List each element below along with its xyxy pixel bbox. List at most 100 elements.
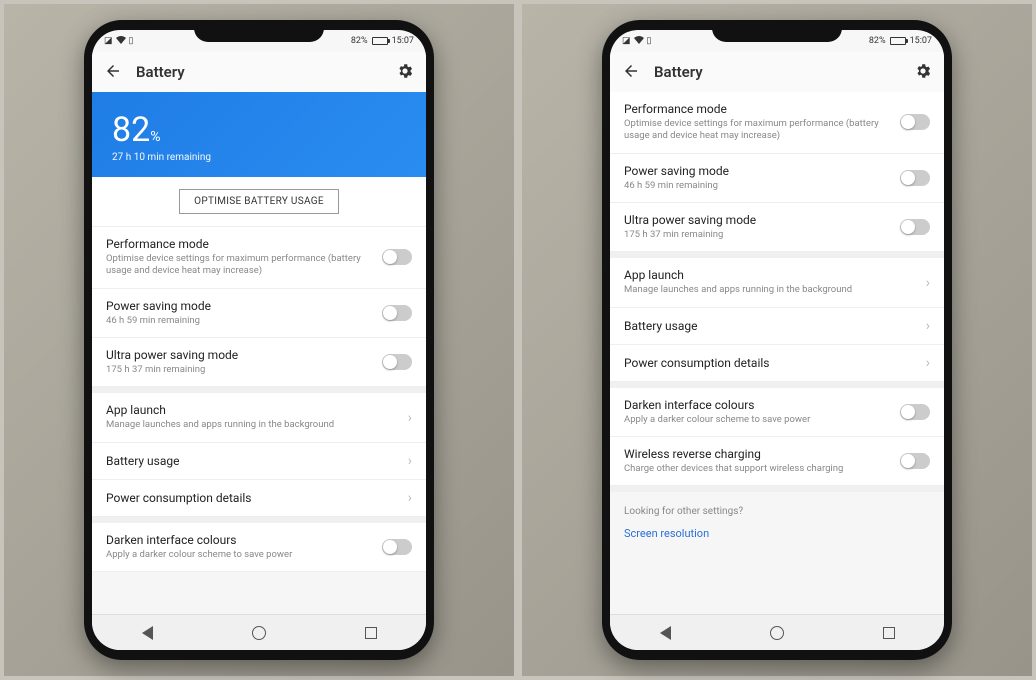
screen-right: ◪ ▯ 82% 15:07 Battery	[610, 30, 944, 650]
toggle-performance[interactable]	[382, 249, 412, 265]
row-power-saving[interactable]: Power saving mode 46 h 59 min remaining	[92, 289, 426, 338]
battery-banner: 82% 27 h 10 min remaining	[92, 92, 426, 177]
toggle-wireless[interactable]	[900, 453, 930, 469]
row-sub: 46 h 59 min remaining	[106, 315, 372, 327]
row-app-launch[interactable]: App launch Manage launches and apps runn…	[92, 393, 426, 442]
row-label: App launch	[106, 403, 398, 417]
row-performance-mode[interactable]: Performance mode Optimise device setting…	[610, 92, 944, 154]
row-sub: Manage launches and apps running in the …	[624, 284, 916, 296]
content-scroll-left[interactable]: 82% 27 h 10 min remaining OPTIMISE BATTE…	[92, 92, 426, 614]
back-icon[interactable]	[622, 62, 640, 83]
toggle-darken[interactable]	[900, 404, 930, 420]
phone-frame-right: ◪ ▯ 82% 15:07 Battery	[602, 20, 952, 660]
nav-back-icon[interactable]	[660, 626, 671, 640]
row-sub: Optimise device settings for maximum per…	[624, 118, 890, 143]
row-label: Ultra power saving mode	[106, 348, 372, 362]
row-label: Performance mode	[624, 102, 890, 116]
row-label: Darken interface colours	[106, 533, 372, 547]
nav-bar	[610, 614, 944, 650]
gear-icon[interactable]	[396, 62, 414, 83]
row-app-launch[interactable]: App launch Manage launches and apps runn…	[610, 258, 944, 307]
screen-left: ◪ ▯ 82% 15:07 Battery	[92, 30, 426, 650]
nfc-icon: ◪	[104, 36, 113, 46]
row-battery-usage[interactable]: Battery usage ›	[92, 443, 426, 480]
battery-icon	[890, 37, 906, 45]
clock: 15:07	[910, 36, 932, 46]
footer-hint: Looking for other settings?	[610, 492, 944, 523]
nav-recent-icon[interactable]	[365, 627, 377, 639]
nav-bar	[92, 614, 426, 650]
toggle-ultra[interactable]	[900, 219, 930, 235]
row-label: Power consumption details	[624, 356, 916, 370]
row-ultra-power-saving[interactable]: Ultra power saving mode 175 h 37 min rem…	[610, 203, 944, 252]
row-wireless-reverse-charging[interactable]: Wireless reverse charging Charge other d…	[610, 437, 944, 486]
content-scroll-right[interactable]: Performance mode Optimise device setting…	[610, 92, 944, 614]
app-bar: Battery	[92, 52, 426, 92]
row-darken-colours[interactable]: Darken interface colours Apply a darker …	[92, 523, 426, 572]
toggle-power-saving[interactable]	[900, 170, 930, 186]
percent-unit: %	[150, 129, 160, 145]
toggle-performance[interactable]	[900, 114, 930, 130]
row-sub: 175 h 37 min remaining	[106, 364, 372, 376]
chevron-right-icon: ›	[408, 453, 412, 469]
time-remaining: 27 h 10 min remaining	[112, 152, 406, 163]
row-power-saving[interactable]: Power saving mode 46 h 59 min remaining	[610, 154, 944, 203]
row-label: Power saving mode	[624, 164, 890, 178]
notch	[712, 20, 842, 42]
row-label: Battery usage	[624, 319, 916, 333]
battery-level-number: 82	[112, 110, 150, 150]
row-performance-mode[interactable]: Performance mode Optimise device setting…	[92, 227, 426, 289]
sim-icon: ▯	[129, 36, 134, 46]
phone-frame-left: ◪ ▯ 82% 15:07 Battery	[84, 20, 434, 660]
photo-right: ◪ ▯ 82% 15:07 Battery	[522, 4, 1032, 676]
row-sub: Charge other devices that support wirele…	[624, 463, 890, 475]
app-bar: Battery	[610, 52, 944, 92]
chevron-right-icon: ›	[926, 318, 930, 334]
battery-percent: 82%	[869, 36, 886, 46]
nav-home-icon[interactable]	[252, 626, 266, 640]
nav-home-icon[interactable]	[770, 626, 784, 640]
row-label: Power consumption details	[106, 491, 398, 505]
nav-recent-icon[interactable]	[883, 627, 895, 639]
toggle-ultra[interactable]	[382, 354, 412, 370]
chevron-right-icon: ›	[926, 275, 930, 291]
notch	[194, 20, 324, 42]
row-sub: Optimise device settings for maximum per…	[106, 253, 372, 278]
chevron-right-icon: ›	[408, 410, 412, 426]
nav-back-icon[interactable]	[142, 626, 153, 640]
row-ultra-power-saving[interactable]: Ultra power saving mode 175 h 37 min rem…	[92, 338, 426, 387]
gear-icon[interactable]	[914, 62, 932, 83]
page-title: Battery	[136, 63, 382, 81]
sim-icon: ▯	[647, 36, 652, 46]
screen-resolution-link[interactable]: Screen resolution	[610, 523, 944, 554]
clock: 15:07	[392, 36, 414, 46]
row-sub: Apply a darker colour scheme to save pow…	[106, 549, 372, 561]
row-power-consumption-details[interactable]: Power consumption details ›	[92, 480, 426, 517]
chevron-right-icon: ›	[408, 490, 412, 506]
row-sub: 46 h 59 min remaining	[624, 180, 890, 192]
row-sub: Manage launches and apps running in the …	[106, 419, 398, 431]
row-label: Ultra power saving mode	[624, 213, 890, 227]
row-sub: 175 h 37 min remaining	[624, 229, 890, 241]
row-battery-usage[interactable]: Battery usage ›	[610, 308, 944, 345]
row-label: Wireless reverse charging	[624, 447, 890, 461]
row-power-consumption-details[interactable]: Power consumption details ›	[610, 345, 944, 382]
chevron-right-icon: ›	[926, 355, 930, 371]
row-label: App launch	[624, 268, 916, 282]
toggle-power-saving[interactable]	[382, 305, 412, 321]
page-title: Battery	[654, 63, 900, 81]
row-label: Darken interface colours	[624, 398, 890, 412]
row-label: Power saving mode	[106, 299, 372, 313]
row-sub: Apply a darker colour scheme to save pow…	[624, 414, 890, 426]
row-label: Battery usage	[106, 454, 398, 468]
wifi-icon	[634, 36, 644, 47]
optimise-wrap: OPTIMISE BATTERY USAGE	[92, 177, 426, 227]
toggle-darken[interactable]	[382, 539, 412, 555]
row-darken-colours[interactable]: Darken interface colours Apply a darker …	[610, 388, 944, 437]
back-icon[interactable]	[104, 62, 122, 83]
wifi-icon	[116, 36, 126, 47]
photo-left: ◪ ▯ 82% 15:07 Battery	[4, 4, 514, 676]
optimise-button[interactable]: OPTIMISE BATTERY USAGE	[179, 189, 339, 214]
battery-percent: 82%	[351, 36, 368, 46]
row-label: Performance mode	[106, 237, 372, 251]
